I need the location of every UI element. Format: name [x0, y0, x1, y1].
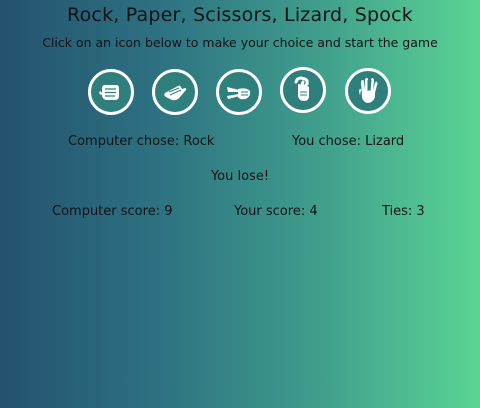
lizard-button[interactable]: [280, 67, 326, 113]
rock-button[interactable]: [88, 69, 134, 115]
scissors-hand-icon: [227, 87, 251, 100]
scissors-button[interactable]: [216, 69, 262, 115]
instructions-text: Click on an icon below to make your choi…: [42, 35, 438, 50]
player-score: Your score: 4: [234, 204, 318, 219]
player-choice-text: You chose: Lizard: [292, 134, 405, 149]
choice-results: Computer chose: Rock You chose: Lizard: [0, 134, 480, 152]
outcome-text: You lose!: [210, 169, 270, 184]
spock-hand-icon: [359, 78, 378, 103]
ties-score: Ties: 3: [382, 204, 425, 219]
spock-button[interactable]: [345, 68, 391, 114]
paper-hand-icon: [164, 85, 187, 101]
page-title: Rock, Paper, Scissors, Lizard, Spock: [67, 4, 413, 26]
paper-button[interactable]: [152, 69, 198, 115]
lizard-hand-icon: [294, 76, 309, 101]
computer-choice-text: Computer chose: Rock: [68, 134, 215, 149]
computer-score: Computer score: 9: [52, 204, 173, 219]
rock-fist-icon: [99, 85, 119, 100]
choice-buttons: [0, 67, 480, 119]
